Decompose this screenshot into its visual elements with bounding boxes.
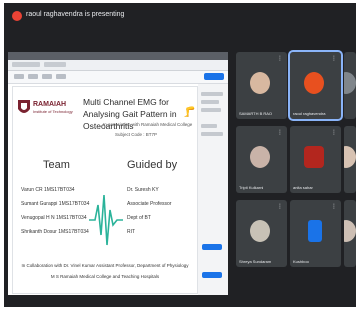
panel-line — [201, 108, 221, 112]
avatar — [250, 72, 270, 94]
emg-wave-icon — [89, 194, 123, 246]
participant-tile[interactable]: ⋮ raoul raghavendra — [288, 50, 343, 121]
participant-tile[interactable] — [344, 200, 356, 267]
guide-line: RIT — [127, 229, 136, 235]
knee-icon: 🦵 — [183, 107, 196, 118]
panel-line — [201, 124, 217, 128]
tab[interactable] — [12, 62, 40, 67]
avatar — [344, 146, 356, 168]
avatar — [344, 72, 356, 94]
team-member: Sumant Gurappi 1MS17BT034 — [21, 201, 90, 207]
ramaiah-logo-icon — [18, 100, 30, 113]
participant-name: Kushboo — [293, 259, 309, 264]
collaboration-line: In Collaboration with Dr. Vinel Kumar As… — [21, 263, 189, 268]
avatar — [250, 220, 270, 242]
toolbar-icon[interactable] — [42, 74, 52, 79]
team-member: Varun CR 1MS17BT034 — [21, 187, 75, 193]
top-bar: raoul raghavendra is presenting — [4, 3, 356, 29]
participant-tile[interactable]: ⋮ Kushboo — [290, 200, 341, 267]
participant-tile[interactable]: ⋮ Shreya Sundaram — [236, 200, 287, 267]
participant-tile[interactable]: ⋮ Tripti Kulkarni — [236, 126, 287, 193]
meeting-controls — [4, 297, 356, 307]
toolbar-icon[interactable] — [28, 74, 38, 79]
more-options-icon[interactable]: ⋮ — [331, 203, 337, 210]
more-options-icon[interactable]: ⋮ — [277, 55, 283, 62]
avatar — [308, 220, 322, 242]
panel-line — [201, 100, 219, 104]
participant-tile[interactable]: ⋮ anita sahar — [290, 126, 341, 193]
more-options-icon[interactable]: ⋮ — [277, 129, 283, 136]
guide-line: Associate Professor — [127, 201, 172, 207]
meet-window: raoul raghavendra is presenting RAMAIAH … — [4, 3, 356, 307]
guide-line: Dept of BT — [127, 215, 151, 221]
participant-name: anita sahar — [293, 185, 313, 190]
more-options-icon[interactable]: ⋮ — [331, 129, 337, 136]
association-text: In association with Ramaiah Medical Coll… — [103, 122, 193, 127]
share-button[interactable] — [204, 73, 224, 80]
subject-code: Subject Code : BT7P — [115, 132, 158, 137]
toolbar-icon[interactable] — [14, 74, 24, 79]
panel-line — [201, 132, 223, 136]
more-options-icon[interactable]: ⋮ — [277, 203, 283, 210]
team-member: Venugopal H N 1MS17BT034 — [21, 215, 87, 221]
presenting-icon — [12, 11, 22, 21]
brand-subtitle: Institute of Technology — [33, 109, 73, 114]
panel-line — [201, 92, 223, 96]
team-heading: Team — [43, 159, 70, 171]
more-options-icon[interactable]: ⋮ — [331, 55, 337, 62]
participant-name: raoul raghavendra — [293, 111, 326, 116]
guide-line: Dr. Suresh KY — [127, 187, 159, 193]
presenter-banner: raoul raghavendra is presenting — [26, 11, 125, 18]
avatar — [250, 146, 270, 168]
panel-button[interactable] — [202, 272, 222, 278]
participant-name: Tripti Kulkarni — [239, 185, 264, 190]
shared-screen[interactable]: RAMAIAH Institute of Technology Multi Ch… — [8, 52, 228, 295]
app-titlebar — [8, 52, 228, 60]
participant-tile[interactable] — [344, 126, 356, 193]
participant-tile[interactable] — [344, 52, 356, 119]
collaboration-line: M S Ramaiah Medical College and Teaching… — [50, 274, 160, 279]
side-panel — [198, 84, 228, 295]
avatar — [304, 72, 324, 94]
avatar — [344, 220, 356, 242]
participant-name: Shreya Sundaram — [239, 259, 272, 264]
toolbar-icon[interactable] — [56, 74, 66, 79]
presentation-slide: RAMAIAH Institute of Technology Multi Ch… — [12, 86, 198, 294]
tab[interactable] — [44, 62, 66, 67]
panel-button[interactable] — [202, 244, 222, 250]
guided-heading: Guided by — [127, 159, 178, 171]
tab-strip — [8, 60, 228, 71]
team-member: Shrikanth Dosur 1MS17BT034 — [21, 229, 89, 235]
brand-name: RAMAIAH — [33, 101, 67, 108]
participant-tile[interactable]: ⋮ SAMARTH B RAO — [236, 52, 287, 119]
participant-name: SAMARTH B RAO — [239, 111, 273, 116]
avatar — [304, 146, 324, 168]
app-toolbar — [8, 71, 228, 84]
